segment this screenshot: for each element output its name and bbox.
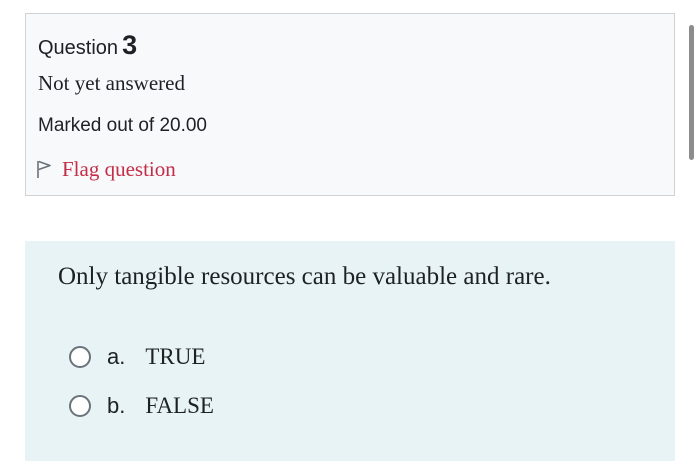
flag-question-link[interactable]: Flag question — [36, 156, 176, 182]
question-number: 3 — [122, 30, 138, 60]
question-grade: Marked out of 20.00 — [38, 115, 207, 136]
answer-option-a[interactable]: a. TRUE — [69, 342, 205, 372]
answer-letter-a: a. — [107, 344, 126, 369]
radio-button-b[interactable] — [69, 395, 91, 417]
question-heading: Question 3 — [38, 30, 137, 61]
question-state: Not yet answered — [38, 71, 185, 95]
question-label: Question — [38, 37, 119, 59]
answer-option-b[interactable]: b. FALSE — [69, 391, 214, 421]
answer-letter-b: b. — [107, 393, 126, 418]
question-text: Only tangible resources can be valuable … — [58, 263, 551, 290]
answer-text-a: TRUE — [145, 344, 206, 369]
question-info-panel: Question 3 Not yet answered Marked out of… — [25, 13, 675, 196]
flag-icon — [36, 159, 52, 179]
question-content: Only tangible resources can be valuable … — [25, 241, 675, 461]
answer-text-b: FALSE — [145, 393, 214, 418]
radio-button-a[interactable] — [69, 346, 91, 368]
flag-question-label: Flag question — [62, 156, 176, 181]
scrollbar-thumb[interactable] — [689, 25, 694, 160]
